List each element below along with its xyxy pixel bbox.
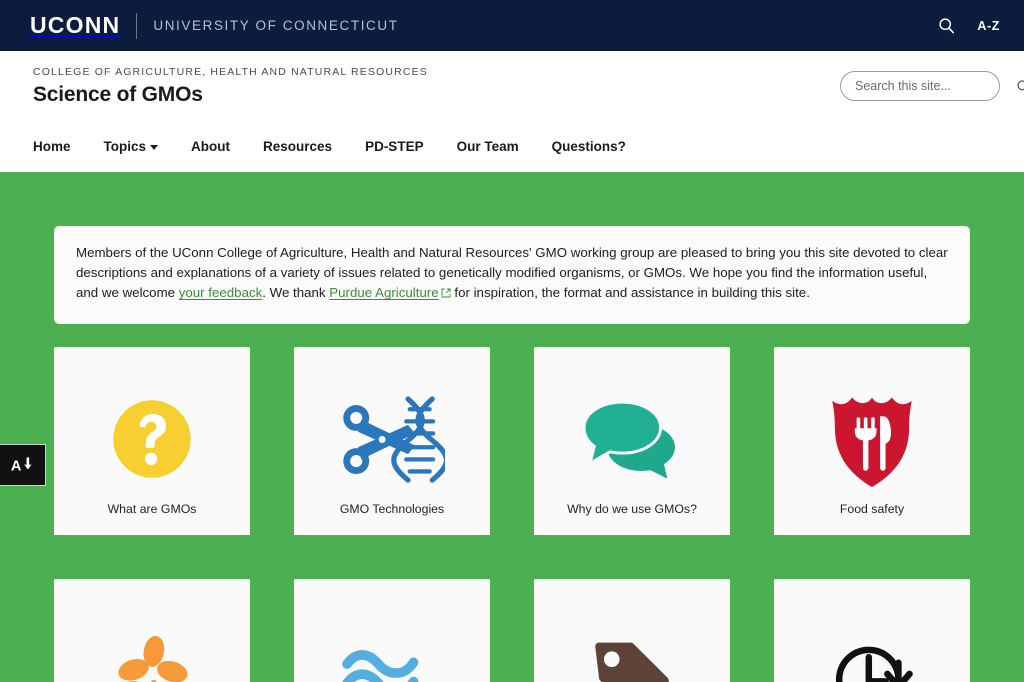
speech-bubbles-icon xyxy=(542,377,722,502)
card-why-do-we-use-gmos[interactable]: Why do we use GMOs? xyxy=(534,346,730,535)
card-label: Why do we use GMOs? xyxy=(567,501,697,516)
nav-item-home[interactable]: Home xyxy=(33,139,92,154)
intro-paragraph: Members of the UConn College of Agricult… xyxy=(76,243,948,305)
nav-item-our-team[interactable]: Our Team xyxy=(457,139,540,154)
site-search-box[interactable] xyxy=(840,71,1024,101)
site-identity-bar: COLLEGE OF AGRICULTURE, HEALTH AND NATUR… xyxy=(0,51,1024,121)
page-title[interactable]: Science of GMOs xyxy=(33,83,428,107)
chevron-down-icon xyxy=(150,145,159,150)
uconn-top-bar: UCONN UNIVERSITY OF CONNECTICUT A-Z xyxy=(0,0,1024,51)
shield-fork-knife-icon xyxy=(782,377,962,502)
search-submit-icon[interactable] xyxy=(1016,79,1024,94)
a-z-index-link[interactable]: A-Z xyxy=(977,19,1000,33)
card-plant-branch[interactable] xyxy=(54,578,250,682)
search-icon[interactable] xyxy=(938,17,955,34)
card-clock-history[interactable] xyxy=(774,578,970,682)
external-link-icon xyxy=(441,284,451,304)
intro-panel: Members of the UConn College of Agricult… xyxy=(54,226,970,324)
nav-label: About xyxy=(191,139,231,154)
nav-label: Our Team xyxy=(456,139,519,154)
nav-label: Resources xyxy=(263,139,333,154)
price-tag-icon xyxy=(542,609,722,682)
uconn-wordmark: UCONN xyxy=(30,12,121,38)
uconn-bar-actions: A-Z xyxy=(938,17,1000,34)
card-water-waves[interactable] xyxy=(294,578,490,682)
nav-label: Topics xyxy=(103,139,147,154)
card-label: GMO Technologies xyxy=(339,501,445,516)
topic-card-grid: What are GMOs GMO Technologies Why do we… xyxy=(54,346,970,682)
question-mark-circle-icon xyxy=(62,377,242,502)
intro-text-part3: for inspiration, the format and assistan… xyxy=(450,285,810,301)
intro-text-part2: . We thank xyxy=(262,285,330,301)
main-navigation: Home Topics About Resources PD-STEP Our … xyxy=(0,121,1024,172)
uconn-subtitle: UNIVERSITY OF CONNECTICUT xyxy=(153,18,399,33)
card-gmo-technologies[interactable]: GMO Technologies xyxy=(294,346,490,535)
font-size-decrease-icon: A xyxy=(10,457,32,475)
water-waves-icon xyxy=(302,609,482,682)
nav-label: Questions? xyxy=(551,139,626,154)
nav-label: PD-STEP xyxy=(365,139,424,154)
purdue-agriculture-link[interactable]: Purdue Agriculture xyxy=(329,285,438,300)
search-input[interactable] xyxy=(855,79,1016,93)
uconn-logo-link[interactable]: UCONN UNIVERSITY OF CONNECTICUT xyxy=(30,12,399,39)
card-what-are-gmos[interactable]: What are GMOs xyxy=(54,346,250,535)
main-content-area: Members of the UConn College of Agricult… xyxy=(0,172,1024,682)
site-identity-text: COLLEGE OF AGRICULTURE, HEALTH AND NATUR… xyxy=(33,66,428,107)
card-label: Food safety xyxy=(839,501,905,516)
nav-item-topics[interactable]: Topics xyxy=(104,139,180,154)
accessibility-font-size-widget[interactable]: A xyxy=(0,444,46,486)
svg-text:A: A xyxy=(10,459,21,475)
nav-item-questions[interactable]: Questions? xyxy=(552,139,647,154)
nav-item-about[interactable]: About xyxy=(191,139,251,154)
logo-divider xyxy=(136,12,138,39)
dna-scissors-icon xyxy=(302,377,482,502)
nav-item-pd-step[interactable]: PD-STEP xyxy=(365,139,445,154)
college-name: COLLEGE OF AGRICULTURE, HEALTH AND NATUR… xyxy=(33,65,428,78)
your-feedback-link[interactable]: your feedback xyxy=(179,285,263,300)
card-label: What are GMOs xyxy=(107,501,197,516)
card-food-safety[interactable]: Food safety xyxy=(774,346,970,535)
clock-arrow-icon xyxy=(782,609,962,682)
plant-branch-icon xyxy=(62,609,242,682)
nav-item-resources[interactable]: Resources xyxy=(263,139,353,154)
card-price-tag[interactable] xyxy=(534,578,730,682)
nav-label: Home xyxy=(33,139,71,154)
